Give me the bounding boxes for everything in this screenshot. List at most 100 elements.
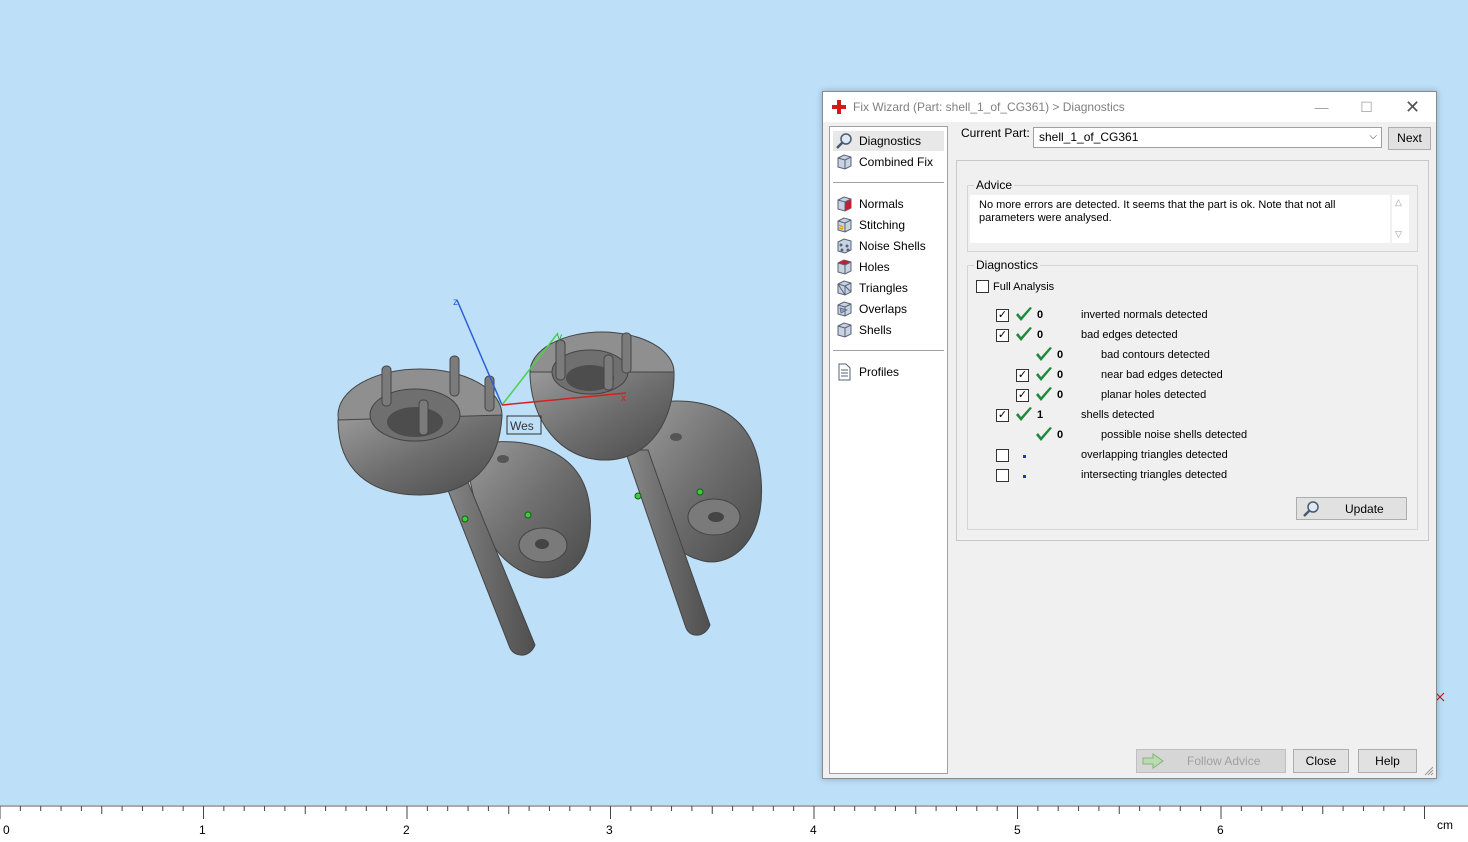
close-button[interactable]: Close: [1293, 749, 1349, 773]
diagnostic-label: overlapping triangles detected: [1081, 449, 1228, 461]
close-window-button[interactable]: ✕: [1390, 92, 1435, 122]
nav-item-stitching[interactable]: Stitching: [833, 215, 944, 235]
diagnostics-group: Diagnostics Full Analysis ✓ 0 inverted nor…: [967, 258, 1418, 530]
ruler-label: 2: [403, 823, 410, 837]
nav-item-triangles[interactable]: Triangles: [833, 278, 944, 298]
nav-label: Holes: [859, 260, 890, 274]
scroll-down-icon[interactable]: ▽: [1395, 229, 1402, 240]
diagnostic-count: 0: [1057, 349, 1064, 361]
nav-label: Normals: [859, 197, 904, 211]
diagnostic-checkbox[interactable]: ✓: [996, 329, 1009, 342]
nav-item-shells[interactable]: Shells: [833, 320, 944, 340]
check-icon: [1036, 387, 1052, 401]
nav-label: Profiles: [859, 365, 900, 379]
check-icon: [1036, 367, 1052, 381]
nav-divider: [833, 350, 944, 351]
pending-dot-icon: [1023, 455, 1026, 458]
check-icon: [1016, 307, 1032, 321]
full-analysis-checkbox[interactable]: [976, 280, 989, 293]
diagnostic-label: near bad edges detected: [1101, 369, 1223, 381]
overlaps-cube-icon: [837, 301, 852, 317]
nav-label: Triangles: [859, 281, 908, 295]
nav-label: Noise Shells: [859, 239, 926, 253]
maximize-button[interactable]: ☐: [1344, 92, 1389, 122]
minimize-button[interactable]: —: [1299, 92, 1344, 122]
nav-item-diagnostics[interactable]: Diagnostics: [833, 131, 944, 151]
ruler-label: 5: [1014, 823, 1021, 837]
check-icon: [1036, 427, 1052, 441]
ruler-label: 6: [1217, 823, 1224, 837]
nav-label: Diagnostics: [859, 134, 922, 148]
dialog-titlebar[interactable]: Fix Wizard (Part: shell_1_of_CG361) > Di…: [823, 92, 1436, 122]
nav-label: Combined Fix: [859, 155, 934, 169]
nav-item-profiles[interactable]: Profiles: [833, 362, 944, 382]
diagnostic-label: intersecting triangles detected: [1081, 469, 1228, 481]
update-button[interactable]: Update: [1296, 497, 1407, 520]
scroll-up-icon[interactable]: △: [1395, 197, 1402, 208]
ruler-label: 1: [199, 823, 206, 837]
advice-title: Advice: [974, 178, 1015, 192]
follow-advice-button[interactable]: Follow Advice: [1136, 749, 1286, 773]
diagnostic-checkbox[interactable]: ✓: [1016, 389, 1029, 402]
ruler-label: 3: [606, 823, 613, 837]
diagnostic-label: possible noise shells detected: [1101, 429, 1248, 441]
current-part-label: Current Part:: [961, 126, 1030, 140]
nav-item-overlaps[interactable]: Overlaps: [833, 299, 944, 319]
axis-y-label: y: [557, 332, 562, 343]
current-part-value: shell_1_of_CG361: [1039, 130, 1139, 144]
normals-cube-icon: [837, 196, 852, 212]
next-button[interactable]: Next: [1388, 127, 1431, 150]
advice-group: Advice No more errors are detected. It s…: [967, 178, 1418, 252]
resize-grip-icon[interactable]: [1424, 766, 1434, 776]
diagnostic-count: 0: [1057, 389, 1064, 401]
mesh-label: Wes: [510, 419, 534, 433]
diagnostic-count: 0: [1057, 369, 1064, 381]
diagnostics-panel: Advice No more errors are detected. It s…: [956, 160, 1429, 541]
diagnostic-label: planar holes detected: [1101, 389, 1207, 401]
check-icon: [1036, 347, 1052, 361]
nav-label: Stitching: [859, 218, 906, 232]
horizontal-ruler: 0 1 2 3 4 5 6 cm: [0, 805, 1468, 842]
diagnostic-checkbox[interactable]: ✓: [996, 309, 1009, 322]
ruler-label: 4: [810, 823, 817, 837]
diagnostics-title: Diagnostics: [974, 258, 1041, 272]
diagnostic-label: bad edges detected: [1081, 329, 1178, 341]
nav-label: Shells: [859, 323, 892, 337]
diagnostic-count: 1: [1037, 409, 1044, 421]
diagnostic-checkbox[interactable]: [996, 469, 1009, 482]
document-icon: [838, 363, 851, 381]
wizard-nav: Diagnostics Combined Fix Normals Stitchi…: [829, 126, 948, 774]
nav-item-normals[interactable]: Normals: [833, 194, 944, 214]
diagnostic-count: 0: [1057, 429, 1064, 441]
chevron-down-icon: ⌵: [1369, 131, 1377, 142]
full-analysis-label: Full Analysis: [993, 281, 1055, 293]
advice-scrollbar[interactable]: △ ▽: [1392, 195, 1409, 243]
help-button[interactable]: Help: [1358, 749, 1417, 773]
nav-item-holes[interactable]: Holes: [833, 257, 944, 277]
pending-dot-icon: [1023, 475, 1026, 478]
check-icon: [1016, 407, 1032, 421]
nav-item-noise-shells[interactable]: Noise Shells: [833, 236, 944, 256]
nav-divider: [833, 182, 944, 183]
fix-wizard-dialog: Fix Wizard (Part: shell_1_of_CG361) > Di…: [822, 91, 1437, 779]
current-part-select[interactable]: shell_1_of_CG361 ⌵: [1033, 127, 1382, 148]
diagnostic-label: shells detected: [1081, 409, 1155, 421]
diagnostic-checkbox[interactable]: ✓: [996, 409, 1009, 422]
shells-cube-icon: [837, 322, 852, 338]
magnifier-icon: [1303, 501, 1319, 517]
diagnostic-checkbox[interactable]: [996, 449, 1009, 462]
axis-z-label: z: [453, 297, 458, 308]
diagnostic-count: 0: [1037, 329, 1044, 341]
nav-item-combined-fix[interactable]: Combined Fix: [833, 152, 944, 172]
triangles-cube-icon: [837, 280, 852, 296]
holes-cube-icon: [837, 259, 852, 275]
cube-icon: [837, 154, 852, 170]
axis-x-label: x: [621, 393, 626, 404]
magnifier-icon: [836, 133, 852, 149]
x-mark-icon: [1435, 692, 1445, 702]
ruler-unit: cm: [1437, 818, 1453, 832]
ruler-label: 0: [3, 823, 10, 837]
diagnostic-label: inverted normals detected: [1081, 309, 1208, 321]
stitching-cube-icon: [837, 217, 852, 233]
diagnostic-checkbox[interactable]: ✓: [1016, 369, 1029, 382]
